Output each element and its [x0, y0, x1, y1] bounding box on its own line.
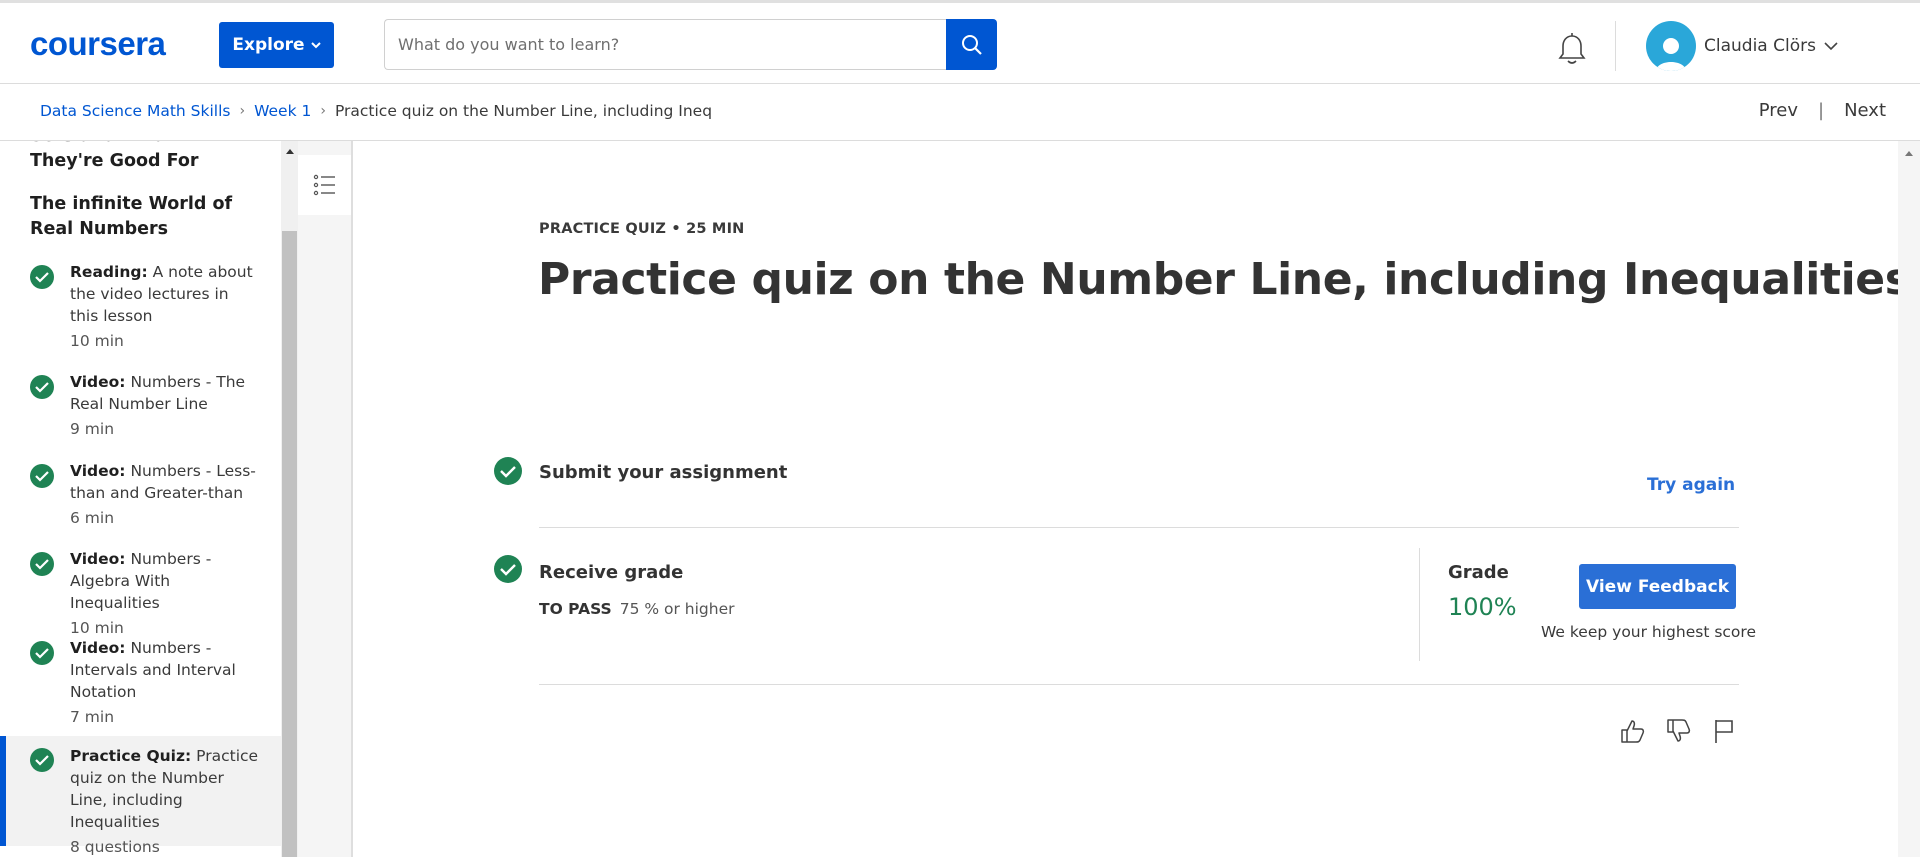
checkmark-icon	[494, 555, 522, 583]
item-type: Reading:	[70, 263, 148, 281]
user-icon	[1656, 38, 1686, 71]
item-type: Video:	[70, 462, 126, 480]
search-field[interactable]	[384, 19, 946, 70]
receive-grade-title: Receive grade	[539, 562, 684, 583]
avatar[interactable]	[1646, 21, 1696, 71]
sidebar-section-heading[interactable]: The infinite World of Real Numbers	[30, 192, 245, 242]
sidebar-item-reading-note[interactable]: Reading: A note about the video lectures…	[0, 261, 281, 351]
search-button[interactable]	[946, 19, 997, 70]
item-duration: 8 questions	[70, 838, 160, 856]
explore-label: Explore	[232, 35, 305, 55]
sidebar-item-practice-quiz[interactable]: Practice Quiz: Practice quiz on the Numb…	[0, 736, 281, 856]
explore-button[interactable]: Explore	[219, 22, 334, 68]
search-input[interactable]	[398, 35, 946, 54]
flag-icon[interactable]	[1709, 716, 1739, 746]
grade-label: Grade	[1448, 562, 1509, 583]
pass-requirement: TO PASS 75 % or higher	[539, 600, 735, 618]
item-type: Video:	[70, 550, 126, 568]
checkmark-icon	[30, 265, 54, 289]
scrollbar-thumb[interactable]	[282, 231, 297, 857]
chevron-down-icon	[1824, 41, 1838, 50]
keep-highest-note: We keep your highest score	[1541, 623, 1756, 641]
sidebar-item-video-less-greater[interactable]: Video: Numbers - Less-than and Greater-t…	[0, 460, 281, 540]
sidebar-item-video-intervals[interactable]: Video: Numbers - Intervals and Interval …	[0, 637, 281, 737]
user-name: Claudia Clörs	[1704, 36, 1816, 56]
checkmark-icon	[30, 641, 54, 665]
main-content: PRACTICE QUIZ • 25 MIN Practice quiz on …	[355, 141, 1911, 857]
breadcrumb-current: Practice quiz on the Number Line, includ…	[334, 102, 711, 120]
top-navigation-bar: coursera Explore Claudia Clörs	[0, 0, 1920, 84]
list-icon	[313, 174, 335, 196]
toggle-outline-button[interactable]	[298, 155, 351, 215]
coursera-logo[interactable]: coursera	[30, 25, 166, 63]
checkmark-icon	[30, 748, 54, 772]
try-again-link[interactable]: Try again	[1647, 475, 1735, 495]
checkmark-icon	[30, 464, 54, 488]
divider	[539, 527, 1739, 528]
sidebar-item-text: Video: Numbers - Less-than and Greater-t…	[70, 460, 260, 529]
item-duration: 6 min	[70, 509, 115, 527]
prev-next-nav: Prev | Next	[1759, 100, 1886, 121]
sidebar-scrollbar[interactable]	[281, 141, 298, 857]
item-overline: PRACTICE QUIZ • 25 MIN	[539, 221, 745, 237]
nav-separator: |	[1817, 100, 1825, 121]
course-sidebar: Sets and What They're Good For The infin…	[0, 141, 281, 857]
chevron-right-icon: ›	[239, 103, 246, 119]
divider	[539, 684, 1739, 685]
sidebar-item-video-real-number-line[interactable]: Video: Numbers - The Real Number Line 9 m…	[0, 371, 281, 451]
submit-assignment-title: Submit your assignment	[539, 462, 788, 483]
chevron-down-icon	[310, 42, 321, 49]
sidebar-item-text: Practice Quiz: Practice quiz on the Numb…	[70, 745, 260, 857]
breadcrumb-course-link[interactable]: Data Science Math Skills	[40, 102, 230, 120]
thumbs-down-icon[interactable]	[1663, 716, 1693, 746]
checkmark-icon	[494, 457, 522, 485]
sidebar-prev-section-heading[interactable]: Sets and What They're Good For	[30, 141, 245, 174]
bell-icon	[1558, 33, 1586, 64]
search-icon	[961, 34, 982, 55]
item-type: Video:	[70, 373, 126, 391]
breadcrumb: Data Science Math Skills › Week 1 › Prac…	[40, 102, 711, 120]
item-duration: 10 min	[70, 332, 124, 350]
sidebar-item-text: Video: Numbers - Intervals and Interval …	[70, 637, 260, 728]
user-menu[interactable]: Claudia Clörs	[1704, 36, 1838, 56]
sidebar-item-text: Reading: A note about the video lectures…	[70, 261, 260, 352]
item-type: Practice Quiz:	[70, 747, 192, 765]
item-type: Video:	[70, 639, 126, 657]
to-pass-value: 75 % or higher	[619, 600, 735, 618]
sidebar-item-text: Video: Numbers - Algebra With Inequaliti…	[70, 548, 260, 639]
thumbs-up-icon[interactable]	[1617, 716, 1647, 746]
toc-panel	[298, 141, 353, 857]
header-divider	[1615, 21, 1616, 71]
item-duration: 7 min	[70, 708, 115, 726]
view-feedback-button[interactable]: View Feedback	[1579, 564, 1736, 609]
prev-button[interactable]: Prev	[1759, 100, 1798, 121]
checkmark-icon	[30, 552, 54, 576]
scroll-up-arrow-icon[interactable]	[281, 147, 298, 161]
item-duration: 9 min	[70, 420, 115, 438]
page-scrollbar[interactable]	[1898, 141, 1920, 857]
scroll-up-arrow-icon[interactable]	[1904, 149, 1914, 157]
item-duration: 10 min	[70, 619, 124, 637]
breadcrumb-bar: Data Science Math Skills › Week 1 › Prac…	[0, 84, 1920, 141]
grade-divider	[1419, 548, 1420, 661]
notifications-button[interactable]	[1556, 32, 1588, 66]
breadcrumb-week-link[interactable]: Week 1	[254, 102, 311, 120]
sidebar-item-video-algebra-inequalities[interactable]: Video: Numbers - Algebra With Inequaliti…	[0, 548, 281, 637]
to-pass-label: TO PASS	[539, 600, 612, 618]
chevron-right-icon: ›	[320, 103, 326, 119]
feedback-actions	[1617, 716, 1739, 746]
sidebar-item-text: Video: Numbers - The Real Number Line 9 m…	[70, 371, 260, 440]
grade-value: 100%	[1448, 593, 1517, 621]
next-button[interactable]: Next	[1844, 100, 1886, 121]
checkmark-icon	[30, 375, 54, 399]
page-title: Practice quiz on the Number Line, includ…	[538, 254, 1911, 305]
